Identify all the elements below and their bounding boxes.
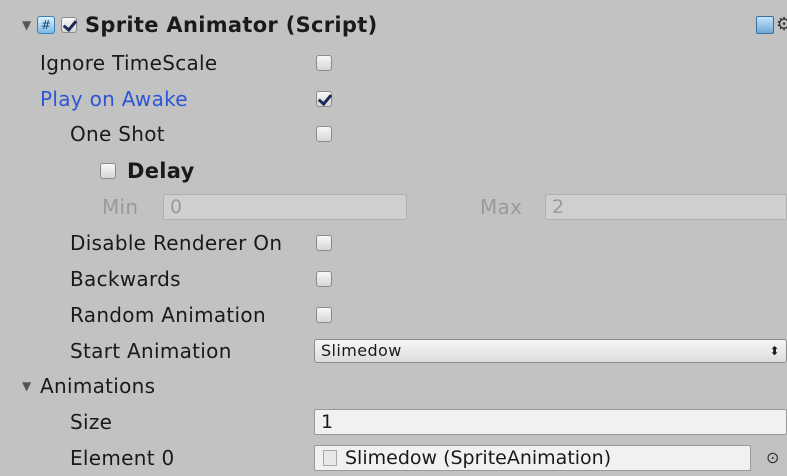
max-label: Max bbox=[480, 195, 523, 219]
size-row: Size 1 bbox=[0, 405, 787, 439]
object-picker-icon[interactable]: ⊙ bbox=[766, 441, 779, 475]
script-icon: # bbox=[37, 16, 55, 34]
start-animation-value: Slimedow bbox=[321, 341, 402, 360]
disable-renderer-checkbox[interactable] bbox=[316, 235, 332, 251]
gear-icon[interactable]: ⚙ bbox=[776, 8, 787, 42]
one-shot-row: One Shot bbox=[0, 117, 787, 151]
max-field[interactable]: 2 bbox=[545, 194, 787, 220]
delay-row: Delay bbox=[0, 154, 787, 188]
random-animation-label: Random Animation bbox=[70, 303, 266, 327]
element0-row: Element 0 Slimedow (SpriteAnimation) ⊙ bbox=[0, 441, 787, 475]
animations-row[interactable]: ▼ Animations bbox=[0, 369, 787, 403]
random-animation-checkbox[interactable] bbox=[316, 307, 332, 323]
play-on-awake-checkbox[interactable] bbox=[316, 91, 332, 107]
animations-label: Animations bbox=[40, 374, 156, 398]
ignore-timescale-checkbox[interactable] bbox=[316, 55, 332, 71]
min-field[interactable]: 0 bbox=[163, 194, 407, 220]
start-animation-dropdown[interactable]: Slimedow ⬍ bbox=[314, 339, 787, 363]
fold-arrow-icon[interactable]: ▼ bbox=[22, 8, 31, 42]
disable-renderer-row: Disable Renderer On bbox=[0, 226, 787, 260]
size-field[interactable]: 1 bbox=[314, 409, 787, 435]
help-book-icon[interactable] bbox=[756, 16, 774, 34]
size-label: Size bbox=[70, 410, 113, 434]
ignore-timescale-row: Ignore TimeScale bbox=[0, 46, 787, 80]
element0-value: Slimedow (SpriteAnimation) bbox=[345, 447, 612, 469]
start-animation-row: Start Animation Slimedow ⬍ bbox=[0, 334, 787, 368]
component-header: ▼ # Sprite Animator (Script) ⚙ bbox=[0, 8, 787, 42]
ignore-timescale-label: Ignore TimeScale bbox=[40, 51, 218, 75]
dropdown-arrows-icon: ⬍ bbox=[769, 344, 780, 358]
min-label: Min bbox=[102, 195, 139, 219]
component-title: Sprite Animator (Script) bbox=[85, 13, 378, 37]
component-enabled-checkbox[interactable] bbox=[61, 17, 77, 33]
element0-label: Element 0 bbox=[70, 446, 175, 470]
element0-object-field[interactable]: Slimedow (SpriteAnimation) bbox=[314, 445, 751, 471]
random-animation-row: Random Animation bbox=[0, 298, 787, 332]
disable-renderer-label: Disable Renderer On bbox=[70, 231, 283, 255]
one-shot-checkbox[interactable] bbox=[316, 126, 332, 142]
backwards-label: Backwards bbox=[70, 267, 181, 291]
start-animation-label: Start Animation bbox=[70, 339, 232, 363]
delay-label: Delay bbox=[127, 159, 195, 183]
one-shot-label: One Shot bbox=[70, 122, 165, 146]
delay-checkbox[interactable] bbox=[100, 163, 116, 179]
fold-arrow-icon[interactable]: ▼ bbox=[22, 369, 31, 403]
play-on-awake-label: Play on Awake bbox=[40, 87, 188, 111]
min-max-row: Min 0 Max 2 bbox=[0, 190, 787, 224]
asset-file-icon bbox=[323, 450, 337, 466]
backwards-checkbox[interactable] bbox=[316, 271, 332, 287]
backwards-row: Backwards bbox=[0, 262, 787, 296]
play-on-awake-row: Play on Awake bbox=[0, 82, 787, 116]
